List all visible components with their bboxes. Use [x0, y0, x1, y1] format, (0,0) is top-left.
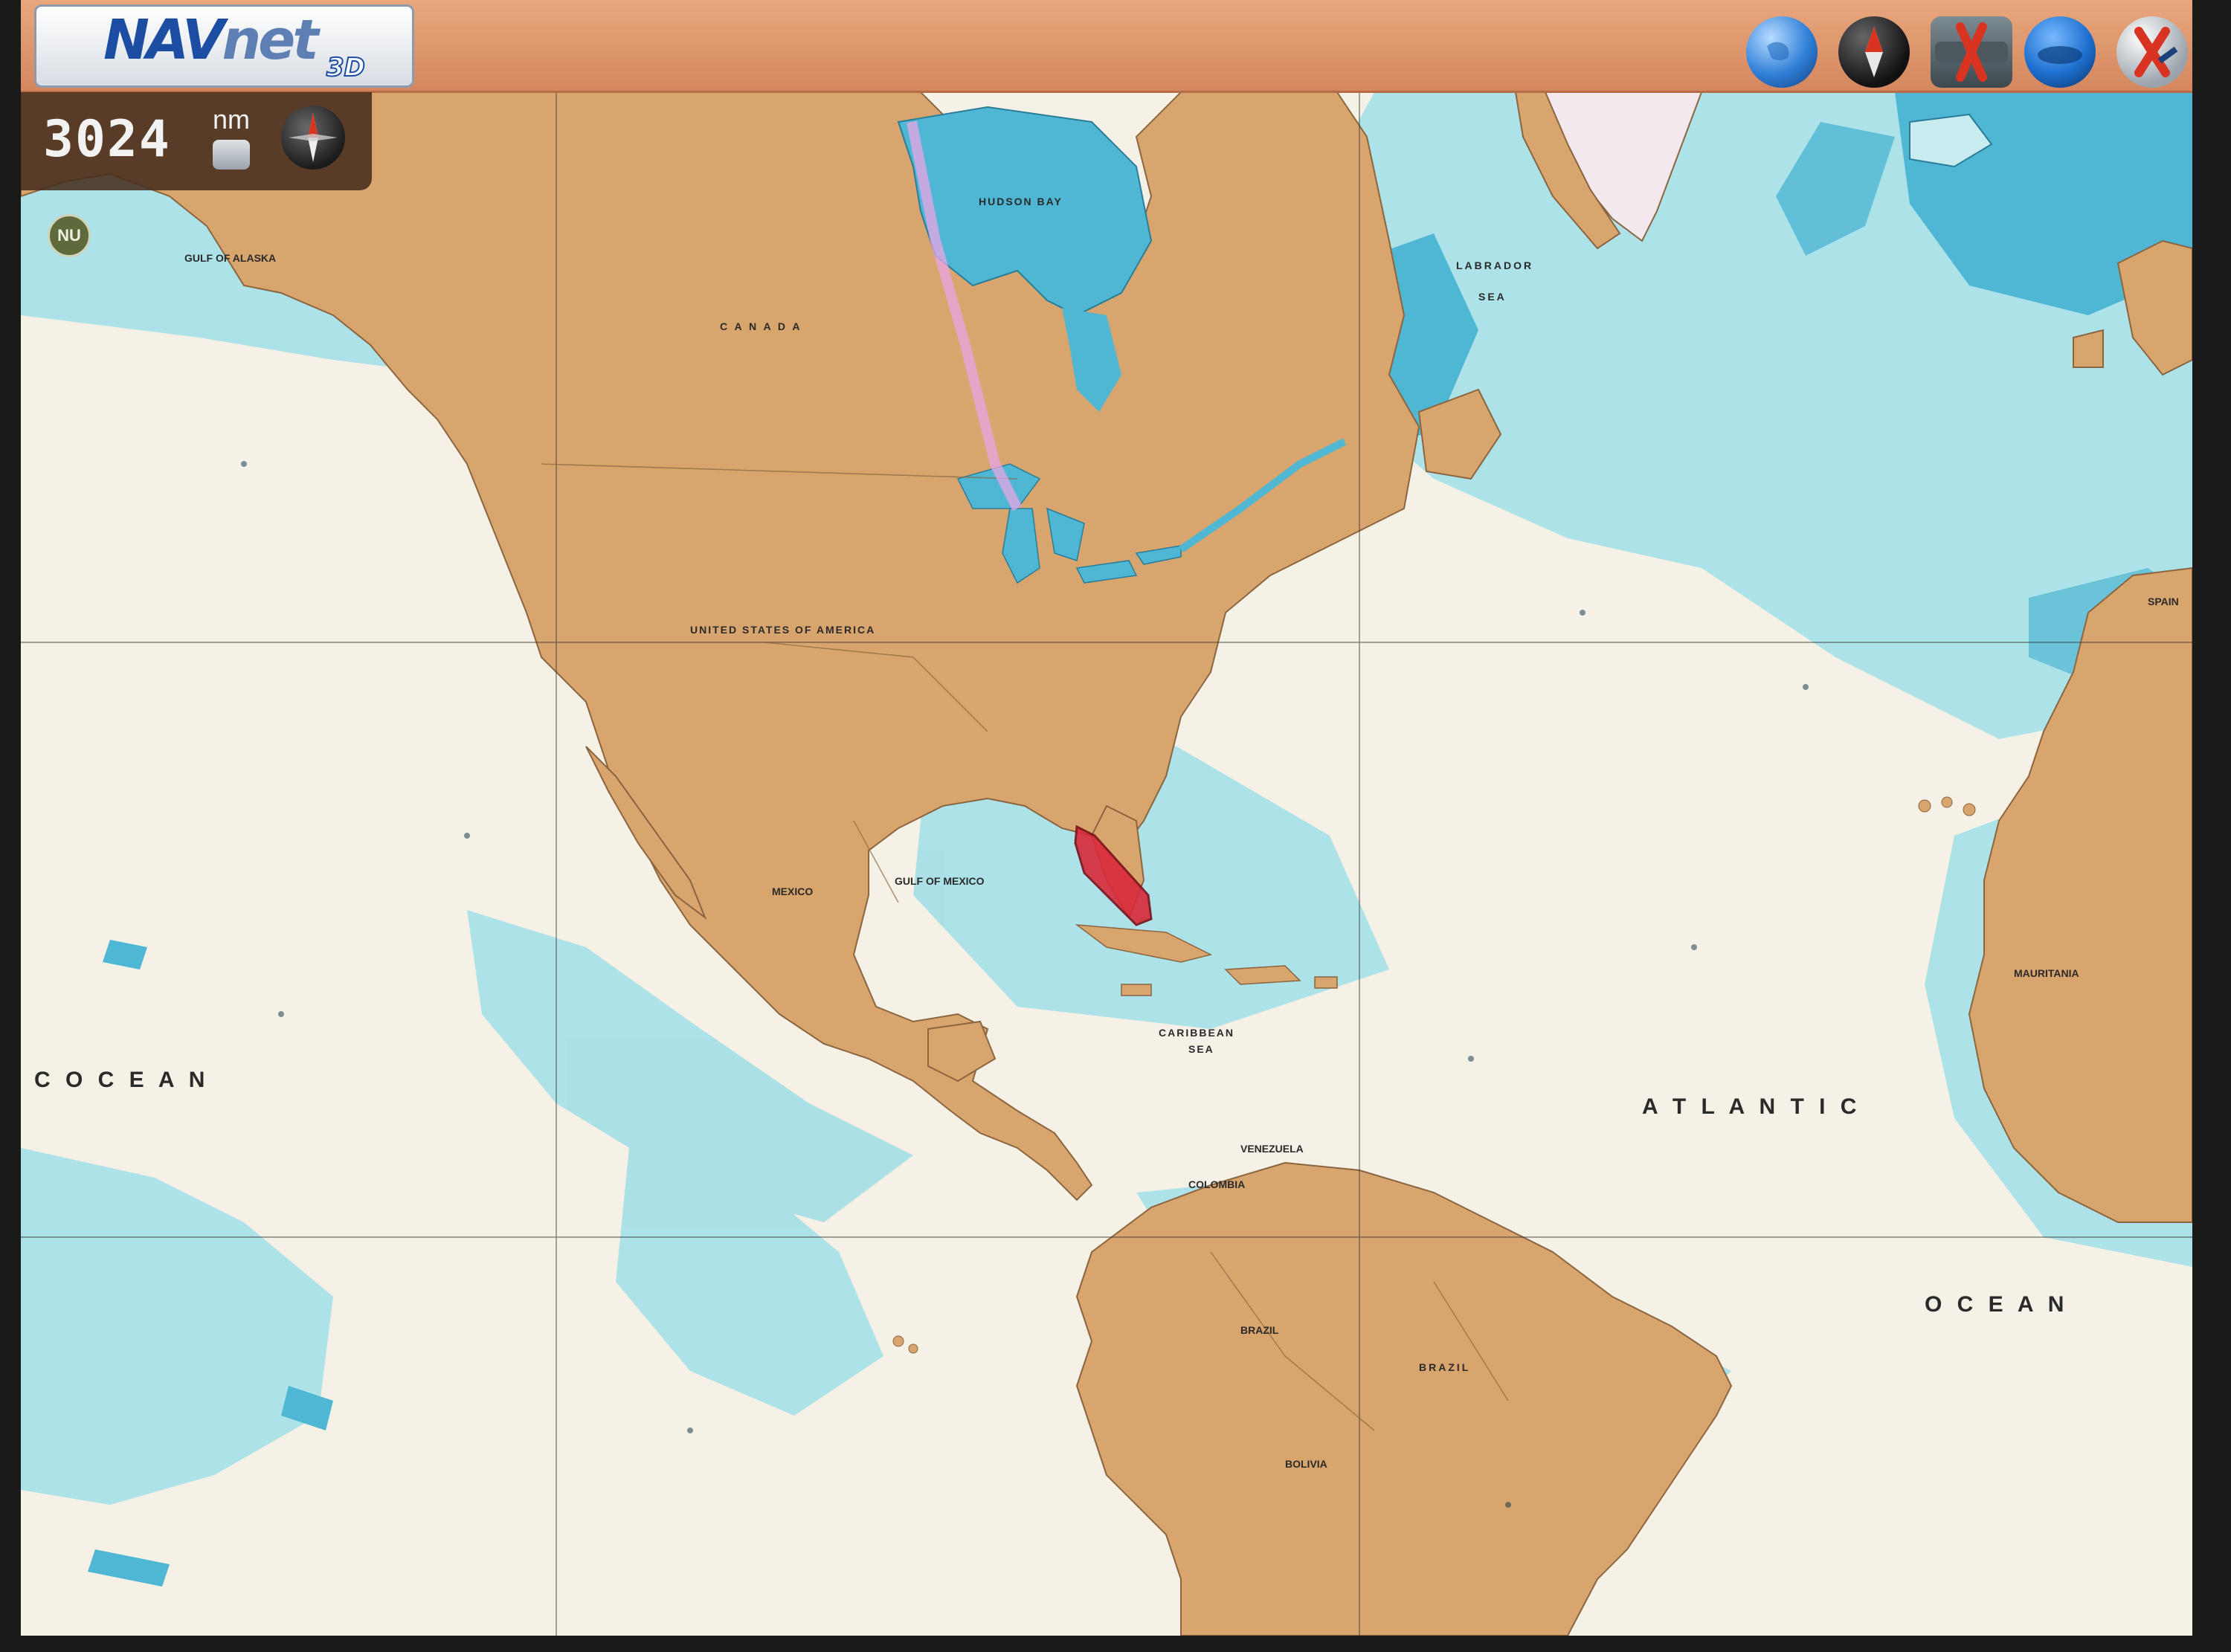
xte-icon[interactable] — [1931, 16, 2012, 88]
label-hudson-bay: HUDSON BAY — [979, 196, 1063, 207]
label-mauritania: MAURITANIA — [2014, 967, 2079, 979]
label-brazil-2: BRAZIL — [1419, 1361, 1470, 1373]
range-scale-icon[interactable] — [213, 140, 250, 170]
label-canada: C A N A D A — [720, 320, 802, 332]
logo-3d-mark: 3D — [326, 52, 366, 83]
label-spain: SPAIN — [2148, 596, 2179, 607]
label-colombia: COLOMBIA — [1188, 1178, 1245, 1190]
layer-disc-icon[interactable] — [2024, 16, 2096, 88]
range-panel[interactable]: 3024 nm — [21, 92, 372, 190]
label-bolivia: BOLIVIA — [1285, 1458, 1327, 1470]
label-gulf-of-mexico: GULF OF MEXICO — [895, 875, 985, 887]
label-labrador: LABRADOR — [1456, 259, 1533, 271]
label-ocean-right: O C E A N — [1925, 1292, 2068, 1317]
compass-north-icon[interactable] — [1838, 16, 1910, 88]
label-ocean-left: C O C E A N — [34, 1068, 209, 1092]
range-unit: nm — [213, 104, 251, 135]
logo-wordmark: NAVnet — [103, 8, 319, 72]
label-usa: UNITED STATES OF AMERICA — [690, 624, 875, 636]
label-brazil-1: BRAZIL — [1240, 1324, 1279, 1336]
range-value: 3024 — [43, 110, 171, 169]
label-venezuela: VENEZUELA — [1240, 1143, 1304, 1155]
label-atlantic: A T L A N T I C — [1642, 1094, 1861, 1119]
globe-icon[interactable] — [1746, 16, 1818, 88]
label-caribbean-sea: SEA — [1188, 1043, 1214, 1055]
chart-screen: HUDSON BAY C A N A D A LABRADOR SEA GULF… — [21, 0, 2192, 1636]
label-labrador-sea: SEA — [1478, 291, 1507, 303]
nautical-chart[interactable]: HUDSON BAY C A N A D A LABRADOR SEA GULF… — [21, 92, 2192, 1636]
compass-rose-icon[interactable] — [281, 106, 345, 170]
north-up-badge[interactable]: NU — [48, 214, 91, 257]
top-bar: NAVnet 3D — [21, 0, 2192, 93]
navnet-logo: NAVnet 3D — [34, 4, 414, 88]
label-gulf-of-alaska: GULF OF ALASKA — [184, 252, 276, 264]
label-mexico: MEXICO — [772, 885, 813, 897]
label-caribbean: CARIBBEAN — [1159, 1027, 1234, 1039]
cancel-route-icon[interactable] — [2116, 16, 2188, 88]
